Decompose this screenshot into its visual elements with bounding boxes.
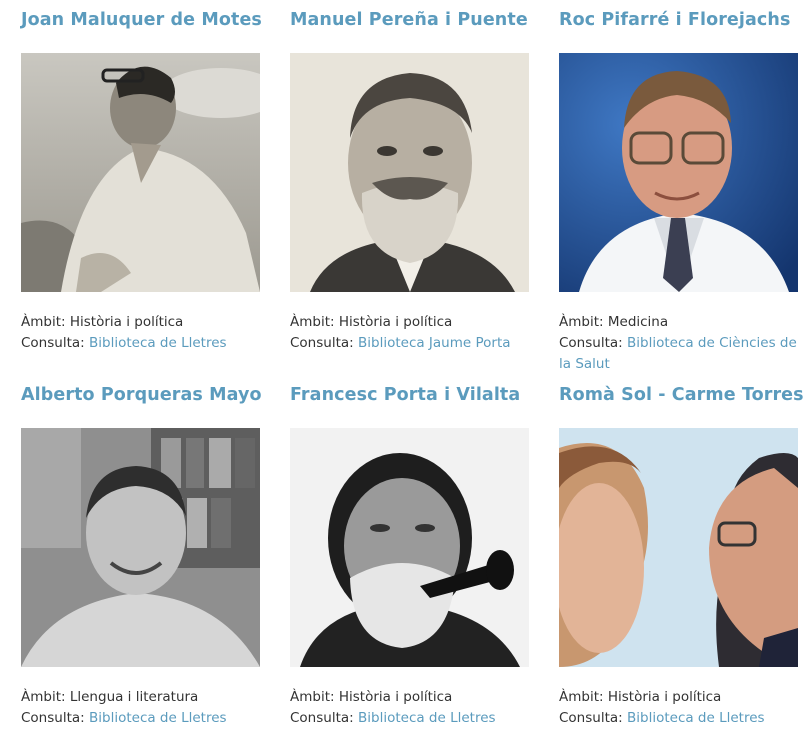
ambit-value: Història i política — [69, 314, 184, 330]
consulta-label: Consulta: — [290, 710, 354, 726]
ambit-label: Àmbit: — [559, 689, 604, 705]
consulta-link[interactable]: Biblioteca de Lletres — [627, 710, 765, 726]
ambit-value: Història i política — [607, 689, 722, 705]
ambit-value: Llengua i literatura — [69, 689, 199, 705]
consulta-link[interactable]: Biblioteca de Lletres — [358, 710, 496, 726]
person-photo[interactable] — [290, 53, 529, 292]
person-name[interactable]: Romà Sol - Carme Torres — [559, 385, 804, 405]
person-meta: Àmbit: Llengua i literatura Consulta: Bi… — [21, 687, 266, 729]
person-name[interactable]: Manuel Pereña i Puente — [290, 10, 528, 30]
person-photo[interactable] — [559, 53, 798, 292]
person-name[interactable]: Alberto Porqueras Mayo — [21, 385, 262, 405]
ambit-label: Àmbit: — [21, 314, 66, 330]
ambit-label: Àmbit: — [290, 314, 335, 330]
person-photo[interactable] — [21, 428, 260, 667]
ambit-value: Història i política — [338, 689, 453, 705]
portrait-image — [290, 428, 529, 667]
portrait-image — [559, 53, 798, 292]
consulta-label: Consulta: — [290, 335, 354, 351]
person-meta: Àmbit: Medicina Consulta: Biblioteca de … — [559, 312, 804, 375]
ambit-value: Medicina — [607, 314, 669, 330]
ambit-value: Història i política — [338, 314, 453, 330]
person-meta: Àmbit: Història i política Consulta: Bib… — [559, 687, 804, 729]
consulta-label: Consulta: — [559, 710, 623, 726]
person-meta: Àmbit: Història i política Consulta: Bib… — [21, 312, 266, 354]
consulta-link[interactable]: Biblioteca Jaume Porta — [358, 335, 511, 351]
consulta-link[interactable]: Biblioteca de Lletres — [89, 710, 227, 726]
person-name[interactable]: Roc Pifarré i Florejachs — [559, 10, 790, 30]
person-meta: Àmbit: Història i política Consulta: Bib… — [290, 312, 535, 354]
person-photo[interactable] — [21, 53, 260, 292]
ambit-label: Àmbit: — [559, 314, 604, 330]
ambit-label: Àmbit: — [290, 689, 335, 705]
portrait-image — [21, 53, 260, 292]
consulta-label: Consulta: — [21, 710, 85, 726]
person-photo[interactable] — [290, 428, 529, 667]
person-photo[interactable] — [559, 428, 798, 667]
person-name[interactable]: Francesc Porta i Vilalta — [290, 385, 520, 405]
ambit-label: Àmbit: — [21, 689, 66, 705]
consulta-label: Consulta: — [21, 335, 85, 351]
person-name[interactable]: Joan Maluquer de Motes — [21, 10, 262, 30]
portrait-image — [559, 428, 798, 667]
person-meta: Àmbit: Història i política Consulta: Bib… — [290, 687, 535, 729]
consulta-link[interactable]: Biblioteca de Lletres — [89, 335, 227, 351]
consulta-label: Consulta: — [559, 335, 623, 351]
portrait-image — [21, 428, 260, 667]
portrait-image — [290, 53, 529, 292]
